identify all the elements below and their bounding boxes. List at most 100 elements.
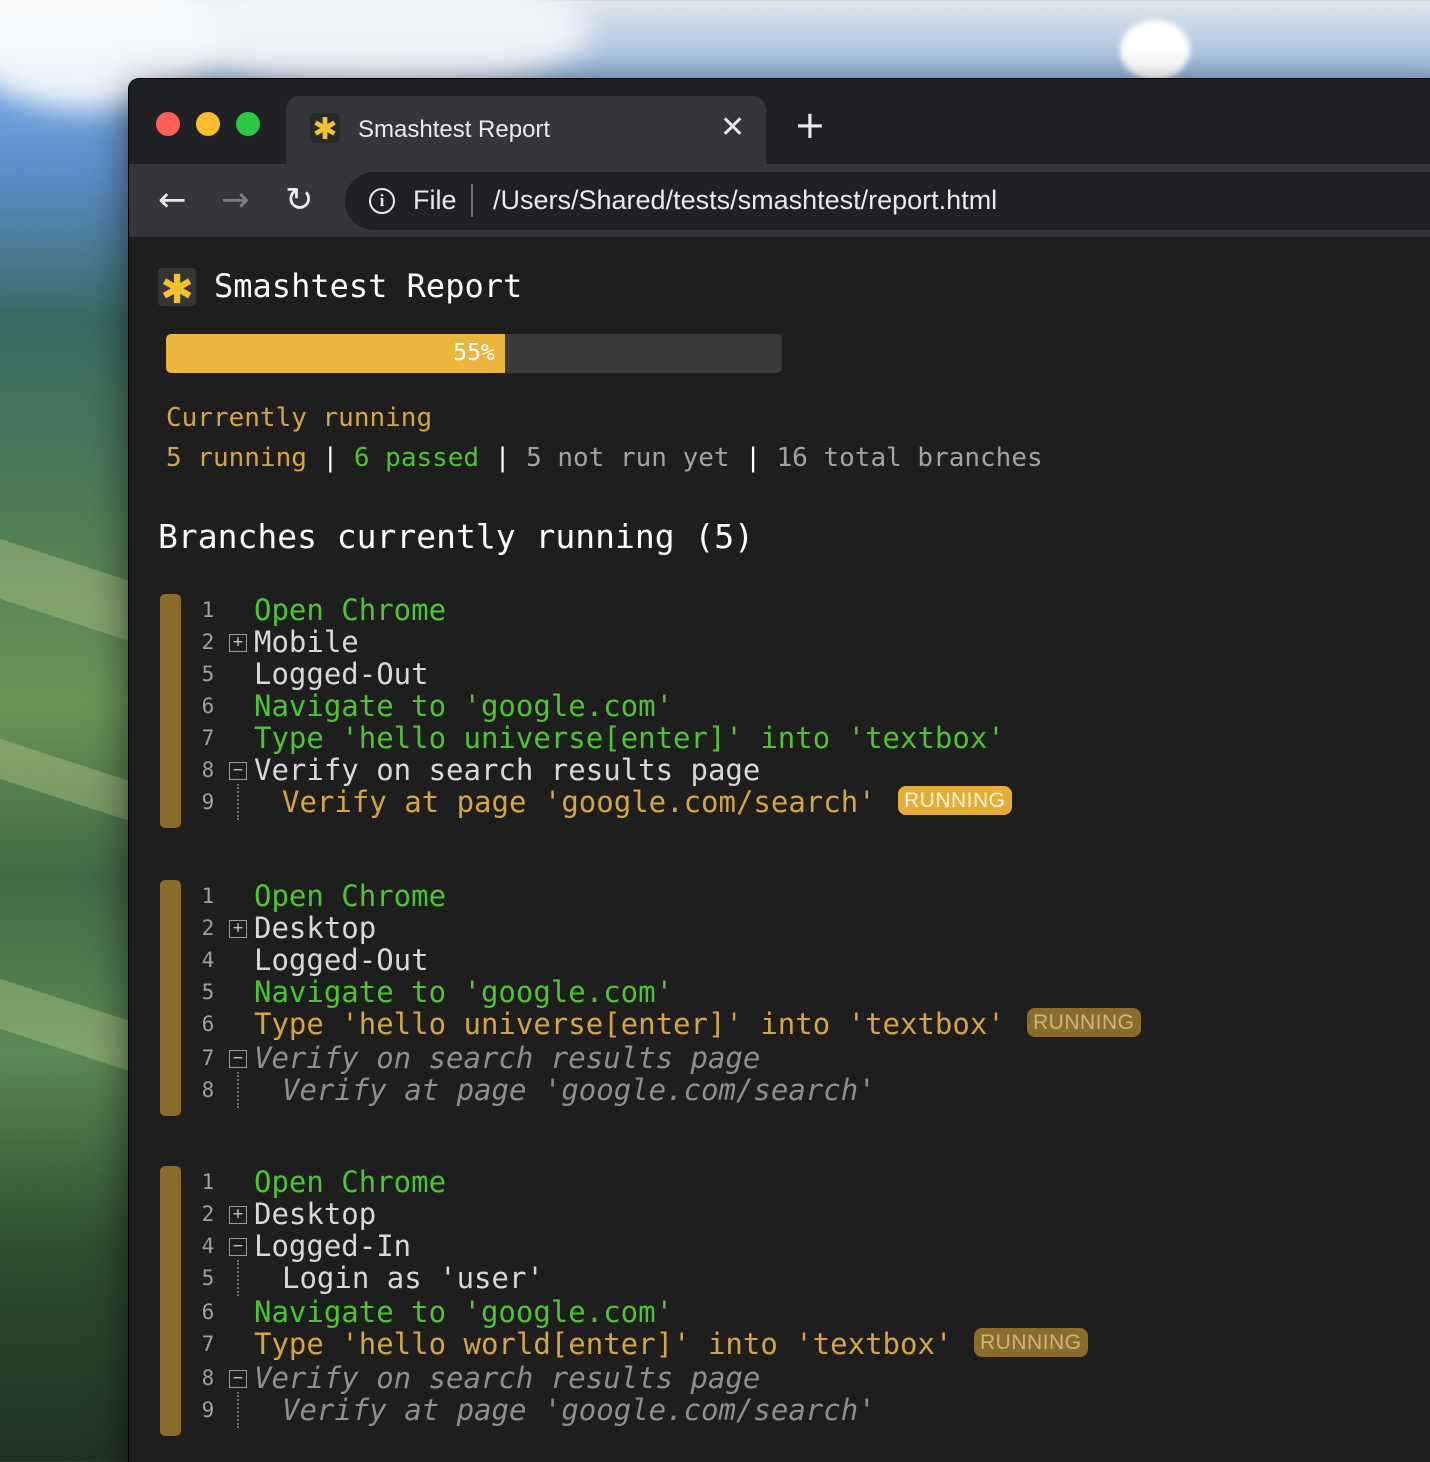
collapse-icon[interactable]: − (229, 1238, 247, 1256)
line-number: 1 (201, 884, 215, 908)
asterisk-icon: ✱ (310, 113, 340, 147)
step-text: Mobile (254, 625, 359, 659)
desktop-field-stripe (0, 538, 130, 642)
line-number: 9 (201, 1398, 215, 1422)
line-number: 9 (201, 790, 215, 814)
line-number: 6 (201, 1300, 215, 1324)
branch-status-bar (160, 594, 181, 828)
step-text: Verify at page 'google.com/search' (282, 1393, 876, 1427)
address-bar[interactable]: i File /Users/Shared/tests/smashtest/rep… (345, 172, 1430, 230)
indent-guide (237, 1392, 239, 1428)
count-separator: | (745, 443, 761, 473)
line-number: 6 (201, 1012, 215, 1036)
collapse-icon[interactable]: − (229, 1050, 247, 1068)
scheme-label: File (413, 185, 457, 215)
step-text: Logged-In (254, 1229, 412, 1263)
desktop-field-stripe (0, 978, 130, 1072)
step-text: Verify on search results page (254, 1361, 761, 1395)
not-run-count: 5 not run yet (526, 443, 730, 473)
branch-status-bar (160, 880, 181, 1116)
step-text: Verify at page 'google.com/search' (282, 1073, 876, 1107)
info-icon[interactable]: i (369, 188, 395, 214)
minimize-window-button[interactable] (196, 112, 220, 136)
collapse-icon[interactable]: − (229, 762, 247, 780)
total-count: 16 total branches (776, 443, 1043, 473)
line-number: 1 (201, 1170, 215, 1194)
status-counts: 5 running | 6 passed | 5 not run yet | 1… (166, 443, 1043, 473)
line-number: 5 (201, 1266, 215, 1290)
step-text: Open Chrome (254, 1165, 447, 1199)
new-tab-button[interactable]: + (794, 106, 826, 144)
line-number: 2 (201, 916, 215, 940)
running-badge: RUNNING (974, 1328, 1088, 1357)
close-window-button[interactable] (156, 112, 180, 136)
line-number: 7 (201, 726, 215, 750)
step-text: Type 'hello world[enter]' into 'textbox' (254, 1327, 953, 1361)
section-title: Branches currently running (5) (158, 517, 755, 556)
desktop-cloud (170, 0, 590, 90)
step-text: Verify on search results page (254, 1041, 761, 1075)
zoom-window-button[interactable] (236, 112, 260, 136)
step-text: Desktop (254, 1197, 377, 1231)
passed-count: 6 passed (353, 443, 480, 473)
line-number: 6 (201, 694, 215, 718)
branch-status-bar (160, 1166, 181, 1436)
line-number: 8 (201, 1366, 215, 1390)
step-text: Verify on search results page (254, 753, 761, 787)
status-heading: Currently running (166, 403, 433, 433)
count-separator: | (494, 443, 511, 473)
back-arrow-icon[interactable]: ← (158, 180, 187, 220)
step-text: Desktop (254, 911, 377, 945)
line-number: 7 (201, 1332, 215, 1356)
step-text: Navigate to 'google.com' (254, 975, 674, 1009)
indent-guide (237, 1072, 239, 1108)
step-text: Verify at page 'google.com/search' (282, 785, 876, 819)
step-text: Navigate to 'google.com' (254, 689, 674, 723)
progress-bar: 55% (166, 334, 782, 373)
report-page: ✱ Smashtest Report 55% Currently running… (129, 237, 1430, 1462)
count-separator: | (322, 443, 339, 473)
line-number: 8 (201, 1078, 215, 1102)
line-number: 5 (201, 662, 215, 686)
step-text: Open Chrome (254, 879, 447, 913)
tab-strip: ✱ Smashtest Report ✕ + (129, 79, 1430, 166)
running-badge: RUNNING (1027, 1008, 1141, 1037)
indent-guide (237, 1260, 239, 1296)
indent-guide (237, 784, 239, 820)
address-divider (471, 184, 473, 217)
line-number: 5 (201, 980, 215, 1004)
tab-smashtest-report[interactable]: ✱ Smashtest Report ✕ (286, 96, 766, 166)
line-number: 2 (201, 1202, 215, 1226)
smashtest-logo-icon: ✱ (158, 268, 196, 312)
expand-icon[interactable]: + (229, 1206, 247, 1224)
step-text: Logged-Out (254, 943, 429, 977)
running-badge: RUNNING (898, 786, 1012, 815)
line-number: 2 (201, 630, 215, 654)
desktop-field-stripe (0, 738, 130, 822)
step-text: Open Chrome (254, 593, 447, 627)
tab-title: Smashtest Report (358, 116, 551, 143)
line-number: 4 (201, 948, 215, 972)
close-icon[interactable]: ✕ (720, 110, 745, 145)
page-title: Smashtest Report (214, 267, 523, 305)
step-text: Logged-Out (254, 657, 429, 691)
step-text: Navigate to 'google.com' (254, 1295, 674, 1329)
expand-icon[interactable]: + (229, 920, 247, 938)
line-number: 1 (201, 598, 215, 622)
browser-toolbar: ← → ↻ i File /Users/Shared/tests/smashte… (129, 164, 1430, 237)
expand-icon[interactable]: + (229, 634, 247, 652)
forward-arrow-icon[interactable]: → (221, 180, 250, 220)
line-number: 7 (201, 1046, 215, 1070)
step-text: Type 'hello universe[enter]' into 'textb… (254, 721, 1005, 755)
step-text: Login as 'user' (282, 1261, 544, 1295)
line-number: 8 (201, 758, 215, 782)
collapse-icon[interactable]: − (229, 1370, 247, 1388)
progress-label: 55% (453, 340, 495, 366)
desktop-cloud (1120, 20, 1190, 80)
browser-window: ✱ Smashtest Report ✕ + ← → ↻ i File /Use… (129, 79, 1430, 1462)
reload-icon[interactable]: ↻ (285, 180, 314, 220)
running-count: 5 running (166, 443, 307, 473)
step-text: Type 'hello universe[enter]' into 'textb… (254, 1007, 1005, 1041)
url-text[interactable]: /Users/Shared/tests/smashtest/report.htm… (493, 185, 997, 216)
line-number: 4 (201, 1234, 215, 1258)
